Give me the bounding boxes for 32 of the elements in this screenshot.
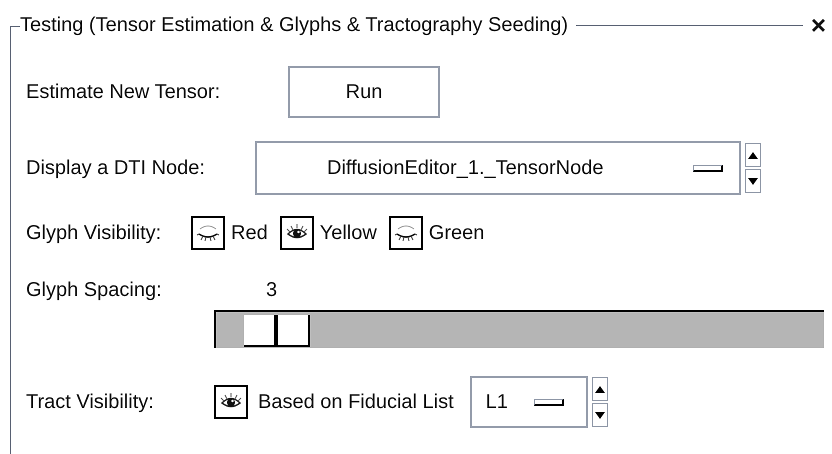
field-label: Glyph Visibility: <box>26 221 162 246</box>
spin-down-button[interactable] <box>745 169 761 193</box>
slider-track[interactable] <box>214 310 824 348</box>
down-arrow-icon <box>748 178 758 184</box>
toggle-label: Based on Fiducial List <box>258 390 454 415</box>
option-menu-indicator-icon <box>693 164 723 172</box>
slider-thumb[interactable] <box>244 315 310 347</box>
close-button[interactable]: × <box>810 12 826 38</box>
run-button[interactable]: Run <box>288 66 440 118</box>
down-arrow-icon <box>594 412 605 418</box>
spin-up-button[interactable] <box>592 377 608 401</box>
open-eye-toggle[interactable] <box>214 385 248 419</box>
up-arrow-icon <box>594 386 605 392</box>
open-eye-toggle[interactable] <box>280 216 314 250</box>
spin-up-button[interactable] <box>745 143 761 167</box>
closed-eye-icon <box>196 223 220 243</box>
toggle-label: Green <box>428 221 484 246</box>
closed-eye-icon <box>394 223 418 243</box>
field-label: Tract Visibility: <box>26 390 155 415</box>
toggle-label: Red <box>231 221 268 246</box>
slider-value: 3 <box>266 278 278 303</box>
field-label: Glyph Spacing: <box>26 278 163 303</box>
node-dropdown[interactable]: DiffusionEditor_1._TensorNode <box>255 141 741 195</box>
option-menu-indicator-icon <box>534 398 564 406</box>
closed-eye-toggle[interactable] <box>191 216 225 250</box>
closed-eye-toggle[interactable] <box>388 216 423 250</box>
up-arrow-icon <box>748 152 758 158</box>
list-dropdown[interactable]: L1 <box>470 376 588 428</box>
toggle-label: Yellow <box>320 221 377 246</box>
spin-down-button[interactable] <box>592 403 608 427</box>
field-label: Display a DTI Node: <box>26 156 206 181</box>
field-label: Estimate New Tensor: <box>26 80 222 105</box>
